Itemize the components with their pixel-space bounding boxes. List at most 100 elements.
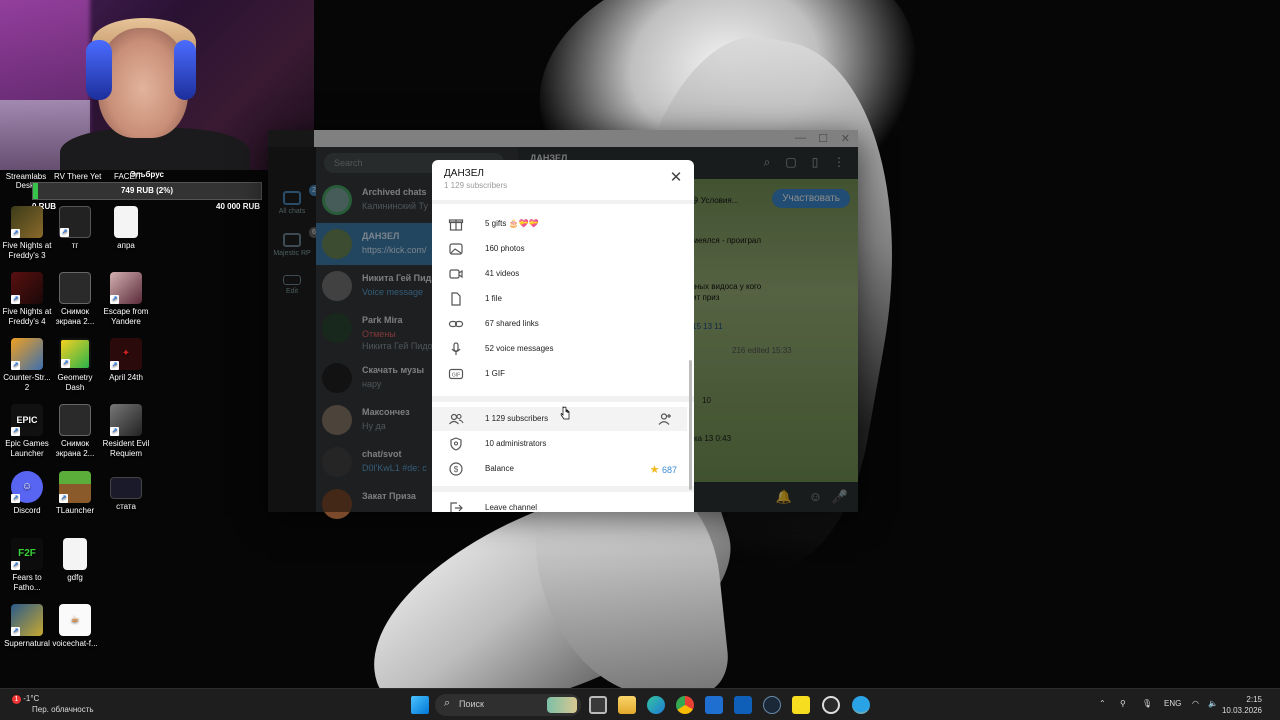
divider [432,396,694,402]
dollar-icon: $ [449,462,463,476]
donation-amount: 749 RUB (2%) [120,186,173,195]
gift-icon [448,219,464,231]
desktop-icon-fnaf3[interactable]: ↗ Five Nights at Freddy's 3 [0,206,54,261]
fnaf3-icon: ↗ [11,206,43,238]
java-icon: ☕ [59,604,91,636]
desktop-icon-tlauncher[interactable]: ↗ TLauncher [48,471,102,516]
media-videos-row[interactable]: 41 videos [432,262,687,286]
microphone-icon[interactable]: 🎙 [1142,699,1152,708]
modal-subtitle: 1 129 subscribers [444,181,508,190]
discord-icon: ☺ ↗ [11,471,43,503]
geometry-dash-icon: ↗ [59,338,91,370]
f2f-icon: F2F ↗ [11,538,43,570]
desktop-icon-cs2[interactable]: ↗ Counter-Str... 2 [0,338,54,393]
modal-title: ДАНЗЕЛ [444,168,484,179]
desktop-icon-apra[interactable]: апра [99,206,153,251]
game-icon: ✦ ↗ [110,338,142,370]
microphone-icon [451,342,461,355]
desktop-icon-escape-yandere[interactable]: ↗ Escape from Yandere [99,272,153,327]
administrators-row[interactable]: 10 administrators [432,432,687,456]
desktop-icon-april24[interactable]: ✦ ↗ April 24th [99,338,153,383]
supernatural-icon: ↗ [11,604,43,636]
desktop-icon-fnaf4[interactable]: ↗ Five Nights at Freddy's 4 [0,272,54,327]
outlook-icon[interactable] [734,696,752,714]
desktop-icon-supernatural[interactable]: ↗ Supernatural [0,604,54,649]
desktop-icon-screenshot-1[interactable]: Снимок экрана 2... [48,272,102,327]
search-highlight-icon [547,697,577,713]
taskbar: 1 -1°C Пер. облачность ⌕ Поиск ⌃ ⚲ 🎙 ENG… [0,688,1280,720]
desktop-icon-stata[interactable]: стата [99,471,153,512]
game-icon: ↗ [110,272,142,304]
taskbar-search[interactable]: ⌕ Поиск [435,694,581,716]
language-indicator[interactable]: ENG [1164,699,1181,708]
media-gif-row[interactable]: GIF 1 GIF [432,362,687,386]
mouse-cursor-icon [560,406,570,420]
task-view-icon[interactable] [589,696,607,714]
video-icon [449,269,463,279]
star-icon: ★ [649,464,660,476]
people-icon [449,413,464,425]
desktop-icon-gdfg[interactable]: gdfg [48,538,102,583]
steam-icon[interactable] [763,696,781,714]
store-icon[interactable] [705,696,723,714]
link-icon [448,320,464,328]
desktop-icon-resident-evil[interactable]: ↗ Resident Evil Requiem [99,404,153,459]
add-user-icon[interactable] [657,411,673,427]
desktop-icon-fears-to-fathom[interactable]: F2F ↗ Fears to Fatho... [0,538,54,593]
chrome-icon[interactable] [676,696,694,714]
image-icon [110,477,142,499]
file-icon [451,292,461,306]
screenshot-icon [59,272,91,304]
text-file-icon [63,538,87,570]
desktop-icon-voicechat[interactable]: ☕ voicechat-f... [48,604,102,649]
text-file-icon [114,206,138,238]
photo-icon [449,243,463,255]
divider [432,200,694,204]
leave-icon [450,502,463,512]
chevron-up-icon[interactable]: ⌃ [1099,699,1106,708]
tlauncher-icon: ↗ [59,471,91,503]
clock[interactable]: 2:15 10.03.2026 [1222,694,1262,716]
media-voice-row[interactable]: 52 voice messages [432,337,687,361]
webcam-overlay [0,0,314,170]
wifi-icon[interactable]: ◠ [1192,699,1199,708]
telegram-taskbar-icon[interactable] [852,696,870,714]
search-icon: ⌕ [444,697,451,709]
screenshot-icon [59,404,91,436]
donation-goal-bar: 749 RUB (2%) [32,182,262,200]
weather-alert-icon: 1 [12,695,21,704]
desktop-icon-epic-games[interactable]: EPIC ↗ Epic Games Launcher [0,404,54,459]
media-files-row[interactable]: 1 file [432,287,687,311]
media-gifts-row[interactable]: 5 gifts 🎂💝💝 [432,212,687,236]
svg-text:$: $ [454,465,459,474]
windows-start-icon[interactable] [411,696,429,714]
desktop-icon-discord[interactable]: ☺ ↗ Discord [0,471,54,516]
svg-text:GIF: GIF [452,373,460,379]
media-links-row[interactable]: 67 shared links [432,312,687,336]
desktop-icon-geometry-dash[interactable]: ↗ Geometry Dash [48,338,102,393]
file-explorer-icon[interactable] [618,696,636,714]
edge-icon[interactable] [647,696,665,714]
media-photos-row[interactable]: 160 photos [432,237,687,261]
network-icon[interactable]: ⚲ [1120,699,1126,708]
game-app-icon[interactable] [792,696,810,714]
fnaf4-icon: ↗ [11,272,43,304]
modal-header: ДАНЗЕЛ 1 129 subscribers ✕ [432,160,694,200]
modal-scrollbar[interactable] [689,360,692,490]
volume-icon[interactable]: 🔈 [1208,699,1218,708]
resident-evil-icon: ↗ [110,404,142,436]
rv-there-yet-label: RV There Yet [54,172,102,181]
shield-icon [450,437,462,451]
divider [432,486,694,492]
channel-info-modal: ДАНЗЕЛ 1 129 subscribers ✕ 5 gifts 🎂💝💝 1… [432,160,694,512]
weather-widget[interactable]: 1 -1°C Пер. облачность [12,693,94,715]
gif-icon: GIF [448,368,464,380]
balance-row[interactable]: $ Balance ★ 687 [432,457,687,481]
leave-channel-row[interactable]: Leave channel [432,496,687,512]
desktop-icon-screenshot-2[interactable]: Снимок экрана 2... [48,404,102,459]
close-icon[interactable]: ✕ [668,170,684,186]
faceit-label: FACEIT [114,172,143,181]
desktop-icon-tg[interactable]: ↗ тг [48,206,102,251]
obs-icon[interactable] [822,696,840,714]
tg-shortcut-icon: ↗ [59,206,91,238]
